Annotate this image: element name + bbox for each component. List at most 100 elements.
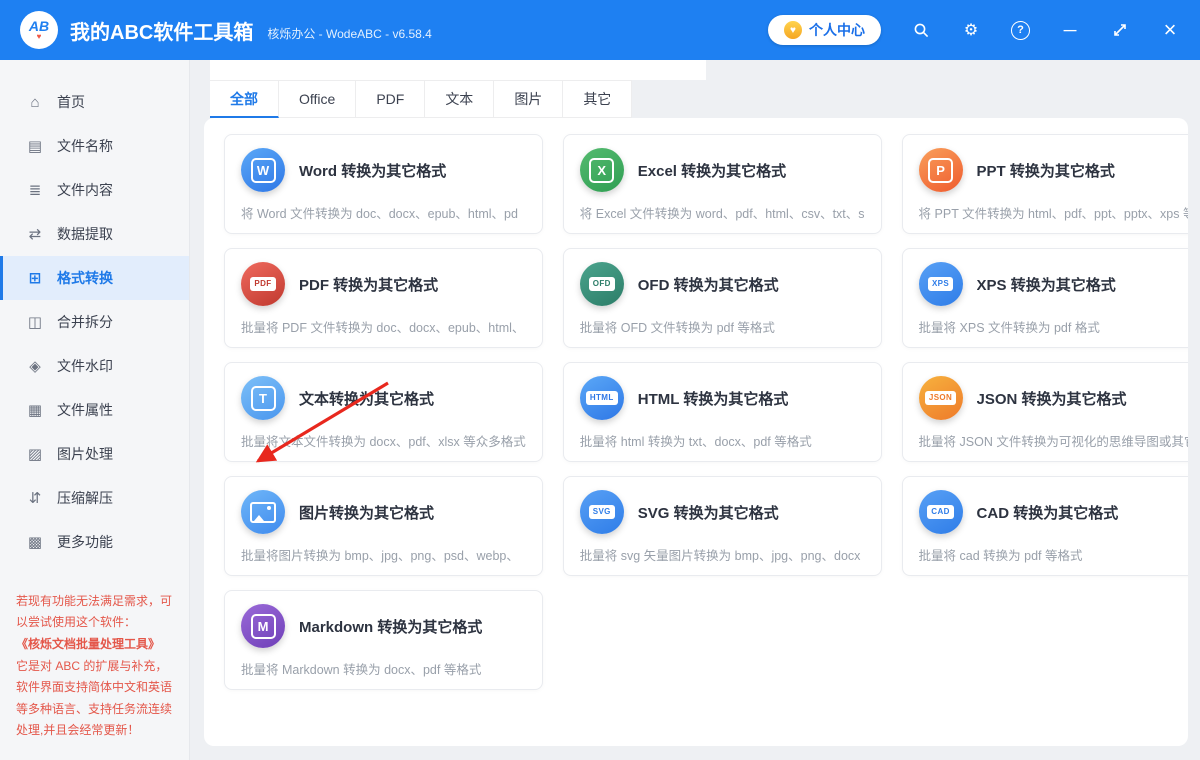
main-panel: W Word 转换为其它格式 将 Word 文件转换为 doc、docx、epu… (204, 118, 1188, 746)
excel-icon: X (580, 148, 624, 192)
tab-office[interactable]: Office (279, 80, 356, 118)
format-convert-icon: ⊞ (26, 269, 44, 287)
sidebar-item-data-extract[interactable]: ⇄ 数据提取 (0, 212, 189, 256)
tab-other[interactable]: 其它 (563, 80, 632, 118)
image-icon (241, 490, 285, 534)
feature-title: XPS 转换为其它格式 (977, 274, 1116, 295)
feature-desc: 批量将图片转换为 bmp、jpg、png、psd、webp、 (241, 545, 526, 564)
resize-button[interactable] (1110, 22, 1130, 38)
feature-card-header: JSON JSON 转换为其它格式 (919, 376, 1188, 420)
sidebar-item-label: 首页 (57, 92, 85, 112)
feature-title: PDF 转换为其它格式 (299, 274, 438, 295)
sidebar-item-label: 文件属性 (57, 400, 113, 420)
feature-badge: W (251, 158, 276, 183)
feature-title: CAD 转换为其它格式 (977, 502, 1119, 523)
card-xps[interactable]: XPS XPS 转换为其它格式 批量将 XPS 文件转换为 pdf 格式 (902, 248, 1188, 348)
help-icon[interactable]: ? (1011, 21, 1030, 40)
feature-card-header: XPS XPS 转换为其它格式 (919, 262, 1188, 306)
feature-desc: 将 Word 文件转换为 doc、docx、epub、html、pd (241, 203, 526, 222)
sidebar-item-label: 文件水印 (57, 356, 113, 376)
sidebar: ⌂ 首页 ▤ 文件名称 ≣ 文件内容 ⇄ 数据提取 ⊞ 格式转换 ◫ 合并拆分 … (0, 60, 190, 760)
tab-image[interactable]: 图片 (494, 80, 563, 118)
sidebar-item-label: 格式转换 (57, 268, 113, 288)
feature-card-header: X Excel 转换为其它格式 (580, 148, 865, 192)
feature-desc: 批量将 OFD 文件转换为 pdf 等格式 (580, 317, 865, 336)
feature-badge: P (928, 158, 953, 183)
tab-text[interactable]: 文本 (425, 80, 494, 118)
card-image[interactable]: 图片转换为其它格式 批量将图片转换为 bmp、jpg、png、psd、webp、 (224, 476, 543, 576)
settings-gear-icon[interactable]: ⚙ (961, 20, 981, 40)
card-excel[interactable]: X Excel 转换为其它格式 将 Excel 文件转换为 word、pdf、h… (563, 134, 882, 234)
sidebar-item-image-process[interactable]: ▨ 图片处理 (0, 432, 189, 476)
more-icon: ▩ (26, 533, 44, 551)
feature-desc: 批量将 XPS 文件转换为 pdf 格式 (919, 317, 1188, 336)
user-badge-icon: ♥ (784, 21, 802, 39)
image-process-icon: ▨ (26, 445, 44, 463)
feature-badge: PDF (250, 277, 275, 291)
user-center-label: 个人中心 (809, 20, 865, 40)
content-area: 全部OfficePDF文本图片其它 W Word 转换为其它格式 将 Word … (190, 60, 1200, 760)
card-cad[interactable]: CAD CAD 转换为其它格式 批量将 cad 转换为 pdf 等格式 (902, 476, 1188, 576)
titlebar: AB ♥ 我的ABC软件工具箱 核烁办公 - WodeABC - v6.58.4… (0, 0, 1200, 60)
card-ofd[interactable]: OFD OFD 转换为其它格式 批量将 OFD 文件转换为 pdf 等格式 (563, 248, 882, 348)
card-word[interactable]: W Word 转换为其它格式 将 Word 文件转换为 doc、docx、epu… (224, 134, 543, 234)
json-icon: JSON (919, 376, 963, 420)
ppt-icon: P (919, 148, 963, 192)
feature-card-header: 图片转换为其它格式 (241, 490, 526, 534)
feature-title: 文本转换为其它格式 (299, 388, 434, 409)
minimize-button[interactable]: ─ (1060, 20, 1080, 41)
sidebar-item-file-content[interactable]: ≣ 文件内容 (0, 168, 189, 212)
card-json[interactable]: JSON JSON 转换为其它格式 批量将 JSON 文件转换为可视化的思维导图… (902, 362, 1188, 462)
sidebar-item-label: 压缩解压 (57, 488, 113, 508)
sidebar-item-more[interactable]: ▩ 更多功能 (0, 520, 189, 564)
feature-desc: 将 PPT 文件转换为 html、pdf、ppt、pptx、xps 等格 (919, 203, 1188, 222)
compress-icon: ⇵ (26, 489, 44, 507)
tab-pdf[interactable]: PDF (356, 80, 425, 118)
app-logo: AB ♥ (20, 11, 58, 49)
tab-all[interactable]: 全部 (210, 80, 279, 118)
feature-card-header: P PPT 转换为其它格式 (919, 148, 1188, 192)
feature-badge: SVG (589, 505, 615, 519)
feature-desc: 批量将文本文件转换为 docx、pdf、xlsx 等众多格式 (241, 431, 526, 450)
sidebar-item-watermark[interactable]: ◈ 文件水印 (0, 344, 189, 388)
merge-split-icon: ◫ (26, 313, 44, 331)
feature-card-header: M Markdown 转换为其它格式 (241, 604, 526, 648)
search-icon[interactable] (911, 22, 931, 39)
feature-card-header: W Word 转换为其它格式 (241, 148, 526, 192)
markdown-icon: M (241, 604, 285, 648)
sidebar-item-label: 数据提取 (57, 224, 113, 244)
sidebar-item-home[interactable]: ⌂ 首页 (0, 80, 189, 124)
card-text[interactable]: T 文本转换为其它格式 批量将文本文件转换为 docx、pdf、xlsx 等众多… (224, 362, 543, 462)
feature-card-header: HTML HTML 转换为其它格式 (580, 376, 865, 420)
card-ppt[interactable]: P PPT 转换为其它格式 将 PPT 文件转换为 html、pdf、ppt、p… (902, 134, 1188, 234)
feature-desc: 批量将 html 转换为 txt、docx、pdf 等格式 (580, 431, 865, 450)
pdf-icon: PDF (241, 262, 285, 306)
svg-icon: SVG (580, 490, 624, 534)
sidebar-item-label: 图片处理 (57, 444, 113, 464)
note-link[interactable]: 《核烁文档批量处理工具》 (16, 634, 173, 656)
watermark-icon: ◈ (26, 357, 44, 375)
sidebar-item-merge-split[interactable]: ◫ 合并拆分 (0, 300, 189, 344)
tab-bar: 全部OfficePDF文本图片其它 (210, 60, 632, 118)
feature-card-header: CAD CAD 转换为其它格式 (919, 490, 1188, 534)
card-markdown[interactable]: M Markdown 转换为其它格式 批量将 Markdown 转换为 docx… (224, 590, 543, 690)
feature-desc: 批量将 cad 转换为 pdf 等格式 (919, 545, 1188, 564)
data-extract-icon: ⇄ (26, 225, 44, 243)
close-button[interactable]: × (1160, 17, 1180, 43)
card-svg[interactable]: SVG SVG 转换为其它格式 批量将 svg 矢量图片转换为 bmp、jpg、… (563, 476, 882, 576)
sidebar-item-file-attr[interactable]: ▦ 文件属性 (0, 388, 189, 432)
sidebar-item-compress[interactable]: ⇵ 压缩解压 (0, 476, 189, 520)
feature-title: PPT 转换为其它格式 (977, 160, 1115, 181)
sidebar-item-file-name[interactable]: ▤ 文件名称 (0, 124, 189, 168)
text-icon: T (241, 376, 285, 420)
sidebar-item-label: 文件名称 (57, 136, 113, 156)
titlebar-actions: ♥ 个人中心 ⚙ ? ─ × (768, 15, 1180, 45)
html-icon: HTML (580, 376, 624, 420)
app-subtitle: 核烁办公 - WodeABC - v6.58.4 (267, 19, 432, 42)
sidebar-item-format-convert[interactable]: ⊞ 格式转换 (0, 256, 189, 300)
card-pdf[interactable]: PDF PDF 转换为其它格式 批量将 PDF 文件转换为 doc、docx、e… (224, 248, 543, 348)
feature-badge: OFD (589, 277, 615, 291)
card-html[interactable]: HTML HTML 转换为其它格式 批量将 html 转换为 txt、docx、… (563, 362, 882, 462)
user-center-button[interactable]: ♥ 个人中心 (768, 15, 881, 45)
feature-badge: M (251, 614, 276, 639)
